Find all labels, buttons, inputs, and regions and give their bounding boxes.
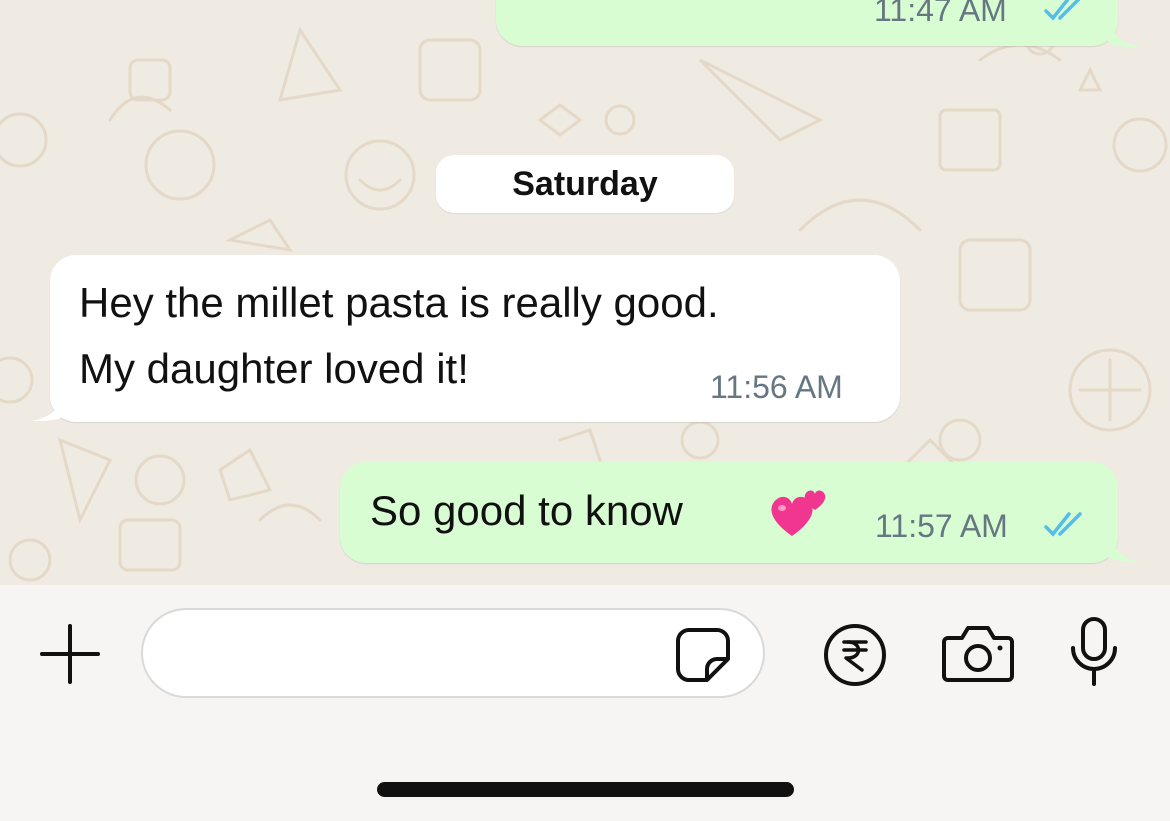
camera-icon[interactable] [942,624,1014,682]
home-indicator[interactable] [377,782,794,797]
two-hearts-emoji [771,490,826,536]
bubble-tail [32,394,66,422]
rupee-payment-icon[interactable] [822,622,888,688]
message-text-line: Hey the millet pasta is really good. [79,279,719,326]
chat-area[interactable]: 11:47 AM Saturday Hey the millet pasta i… [0,0,1170,585]
read-receipt-icon [1044,512,1082,537]
microphone-icon[interactable] [1068,616,1120,688]
sticker-icon[interactable] [675,627,731,683]
message-time: 11:47 AM [874,0,1007,28]
message-input[interactable] [141,608,765,698]
message-text: So good to know [370,487,683,534]
message-text-line: My daughter loved it! [79,345,469,392]
read-receipt-icon [1044,0,1081,21]
plus-icon[interactable] [38,622,102,686]
bubble-tail [1108,536,1140,563]
sent-message-bubble-top[interactable] [496,0,1118,46]
date-separator: Saturday [436,155,734,213]
bubble-tail [1108,22,1140,48]
message-time: 11:56 AM [710,369,843,405]
message-time: 11:57 AM [875,508,1008,544]
